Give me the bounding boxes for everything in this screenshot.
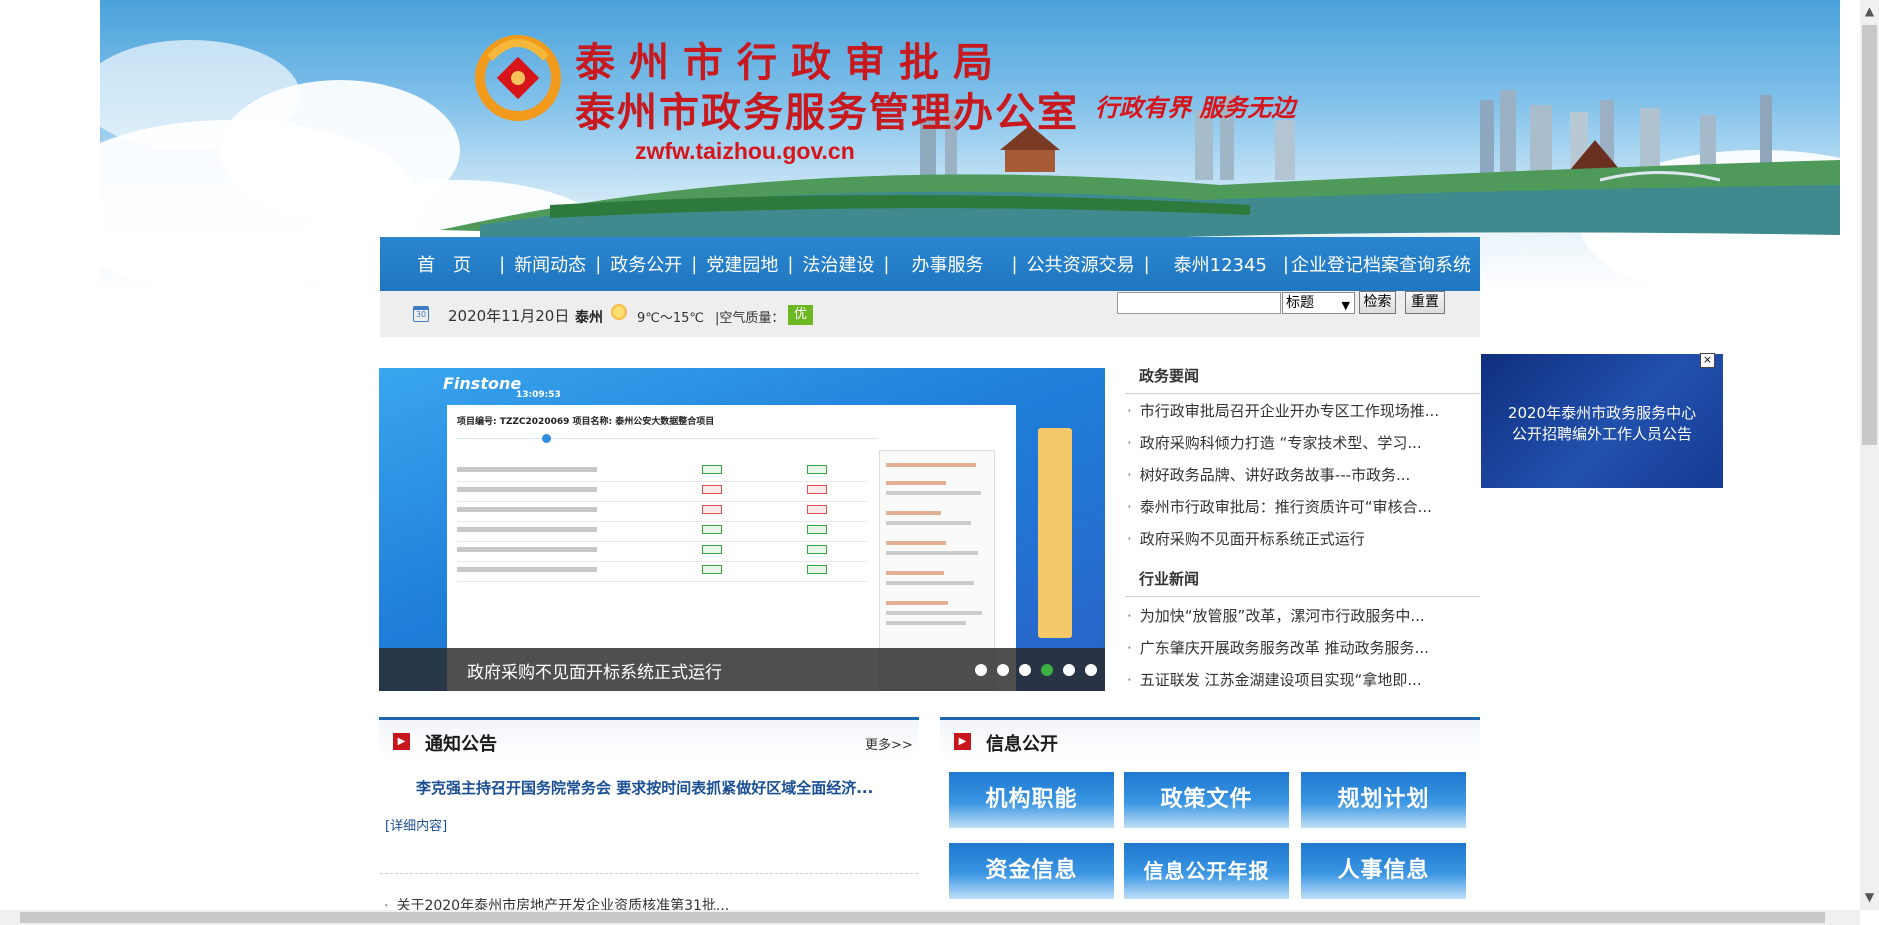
slide-side-toolbar — [1038, 428, 1072, 638]
gov-news-item[interactable]: 政府采购科倾力打造 “专家技术型、学习... — [1127, 432, 1422, 453]
nav-services[interactable]: 办事服务 — [890, 251, 1012, 277]
slide-project-line: 项目编号: TZZC2020069 项目名称: 泰州公安大数据整合项目 — [457, 417, 715, 427]
industry-news-divider — [1125, 596, 1480, 597]
nav-public-resources[interactable]: 公共资源交易 — [1018, 251, 1144, 277]
main-nav: 首 页 | 新闻动态 | 政务公开 | 党建园地 | 法治建设 | 办事服务 |… — [380, 237, 1480, 291]
gov-news-item[interactable]: 政府采购不见面开标系统正式运行 — [1127, 528, 1365, 549]
nav-party-building[interactable]: 党建园地 — [697, 251, 787, 277]
slide-dot[interactable] — [997, 664, 1009, 676]
search-button[interactable]: 检索 — [1359, 291, 1396, 314]
slogan: 行政有界 服务无边 — [1095, 93, 1296, 122]
government-logo-icon — [475, 35, 561, 121]
slide-table-row — [457, 502, 867, 522]
tile-personnel-info[interactable]: 人事信息 — [1301, 843, 1466, 899]
gov-news-title: 政务要闻 — [1139, 367, 1200, 385]
more-link[interactable]: 更多>> — [865, 734, 913, 753]
slide-dot[interactable] — [1063, 664, 1075, 676]
disclosure-section-title: 信息公开 — [986, 734, 1058, 755]
tile-institution-functions[interactable]: 机构职能 — [949, 772, 1114, 828]
nav-enterprise-archives[interactable]: 企业登记档案查询系统 — [1289, 251, 1480, 277]
slide-brand: Finstone — [443, 374, 522, 393]
slide-table-row — [457, 542, 867, 562]
industry-news-item[interactable]: 广东肇庆开展政务服务改革 推动政务服务... — [1127, 637, 1429, 658]
floating-ad-line1[interactable]: 2020年泰州市政务服务中心 — [1481, 402, 1723, 423]
notice-divider — [380, 873, 918, 874]
gov-news-item[interactable]: 树好政务品牌、讲好政务故事---市政务... — [1127, 464, 1411, 485]
chevron-down-icon: ▼ — [1341, 299, 1350, 312]
nav-home[interactable]: 首 页 — [408, 251, 499, 277]
site-domain: zwfw.taizhou.gov.cn — [635, 138, 855, 164]
weather-city: 泰州 — [575, 310, 603, 326]
nav-gov-affairs[interactable]: 政务公开 — [601, 251, 691, 277]
search-input[interactable] — [1117, 292, 1281, 314]
tile-annual-report[interactable]: 信息公开年报 — [1124, 843, 1289, 899]
slide-dot[interactable] — [1019, 664, 1031, 676]
industry-news-item[interactable]: 为加快“放管服”改革，漯河市行政服务中... — [1127, 605, 1425, 626]
horizontal-scroll-thumb[interactable] — [20, 912, 1825, 923]
air-quality-label: |空气质量： — [715, 311, 785, 326]
agency-title-line2: 泰州市政务服务管理办公室 — [575, 89, 1079, 136]
slide-table-row — [457, 462, 867, 482]
slide-time: 13:09:53 — [516, 390, 561, 400]
scroll-up-icon[interactable]: ▲ — [1860, 2, 1879, 20]
slide-step-dot — [542, 434, 551, 443]
square-arrow-icon: ▶ — [954, 733, 971, 750]
nav-12345[interactable]: 泰州12345 — [1150, 251, 1283, 277]
notice-detail-link[interactable]: [详细内容] — [385, 815, 447, 834]
disclosure-section-header: ▶ 信息公开 — [940, 717, 1480, 759]
slide-caption[interactable]: 政府采购不见面开标系统正式运行 — [467, 658, 722, 683]
slide-table-row — [457, 562, 867, 582]
nav-news[interactable]: 新闻动态 — [505, 251, 595, 277]
temperature: 9℃～15℃ — [637, 311, 705, 326]
air-quality-badge: 优 — [788, 305, 813, 325]
slide-table-row — [457, 482, 867, 502]
calendar-icon: 30 — [413, 306, 429, 322]
news-slideshow[interactable]: Finstone 13:09:53 项目编号: TZZC2020069 项目名称… — [379, 368, 1105, 691]
notice-headline[interactable]: 李克强主持召开国务院常务会 要求按时间表抓紧做好区域全面经济... — [416, 777, 873, 798]
gov-news-item[interactable]: 泰州市行政审批局：推行资质许可“审核合... — [1127, 496, 1432, 517]
notice-section-header: ▶ 通知公告 更多>> — [379, 717, 919, 759]
notice-section-title: 通知公告 — [425, 734, 497, 755]
nav-rule-of-law[interactable]: 法治建设 — [793, 251, 883, 277]
tile-policy-documents[interactable]: 政策文件 — [1124, 772, 1289, 828]
current-date: 2020年11月20日 — [448, 307, 570, 325]
sun-icon — [611, 304, 627, 320]
slide-dot[interactable] — [1085, 664, 1097, 676]
industry-news-title: 行业新闻 — [1139, 570, 1200, 588]
tile-plans[interactable]: 规划计划 — [1301, 772, 1466, 828]
tile-funding-info[interactable]: 资金信息 — [949, 843, 1114, 899]
slide-dot-active[interactable] — [1041, 664, 1053, 676]
slide-table-row — [457, 522, 867, 542]
gov-news-divider — [1125, 393, 1480, 394]
search-field-selected: 标题 — [1286, 295, 1314, 311]
industry-news-item[interactable]: 五证联发 江苏金湖建设项目实现“拿地即... — [1127, 669, 1422, 690]
search-field-select[interactable]: 标题 ▼ — [1282, 292, 1355, 314]
page: 泰州市行政审批局 泰州市政务服务管理办公室 行政有界 服务无边 zwfw.tai… — [0, 0, 1879, 925]
scroll-down-icon[interactable]: ▼ — [1860, 888, 1879, 906]
slide-progress-line — [457, 438, 877, 439]
vertical-scroll-thumb[interactable] — [1862, 25, 1877, 445]
square-arrow-icon: ▶ — [393, 733, 410, 750]
reset-button[interactable]: 重置 — [1405, 291, 1445, 314]
gov-news-item[interactable]: 市行政审批局召开企业开办专区工作现场推... — [1127, 400, 1439, 421]
slide-dot[interactable] — [975, 664, 987, 676]
floating-ad-line2[interactable]: 公开招聘编外工作人员公告 — [1481, 423, 1723, 444]
close-icon[interactable]: × — [1700, 353, 1715, 368]
